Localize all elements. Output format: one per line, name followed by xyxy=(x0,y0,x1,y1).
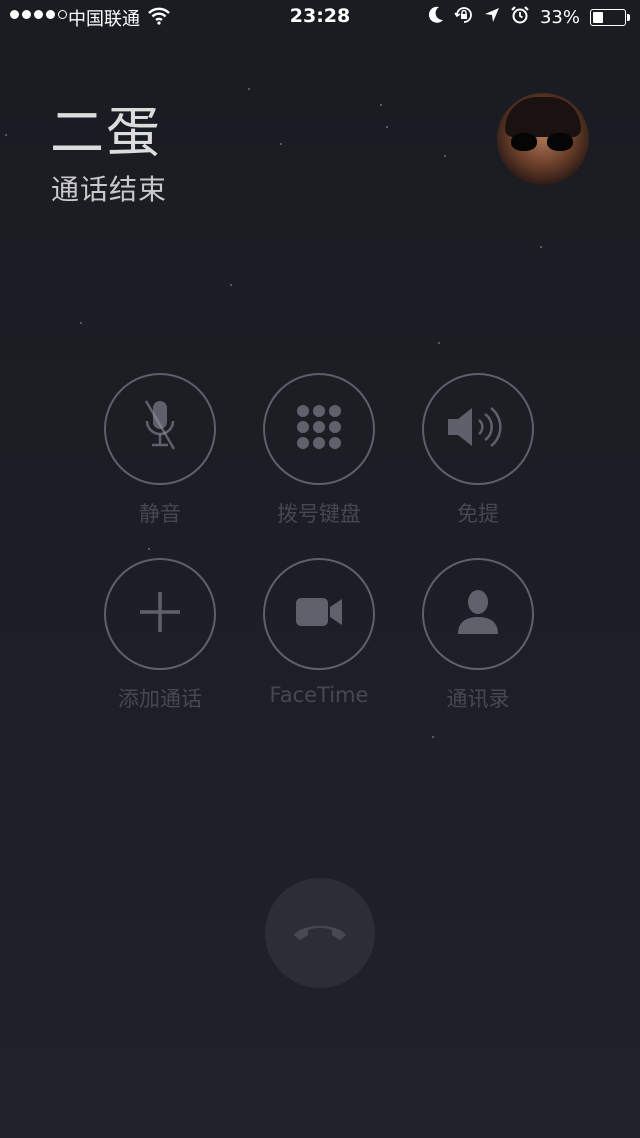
background-star xyxy=(280,143,282,145)
background-star xyxy=(380,104,382,106)
call-status: 通话结束 xyxy=(51,173,168,206)
orientation-lock-icon xyxy=(454,5,474,30)
keypad-button[interactable] xyxy=(263,373,375,485)
background-star xyxy=(248,88,250,90)
keypad-label: 拨号键盘 xyxy=(277,502,361,526)
battery-icon xyxy=(590,9,630,26)
background-star xyxy=(432,736,434,738)
speaker-icon xyxy=(446,402,510,456)
facetime-button[interactable] xyxy=(263,558,375,670)
add-call-button[interactable] xyxy=(104,558,216,670)
keypad-icon xyxy=(294,402,344,456)
alarm-icon xyxy=(510,5,530,30)
background-star xyxy=(386,126,388,128)
contact-person-icon xyxy=(456,588,500,640)
background-star xyxy=(438,342,440,344)
call-screen: 中国联通 23:28 33% 二蛋 通话结束 静音 拨号键盘 免提 添加通话 F… xyxy=(0,0,640,1138)
end-call-button[interactable] xyxy=(265,878,375,988)
location-arrow-icon xyxy=(484,7,500,28)
video-camera-icon xyxy=(294,595,344,633)
contacts-button[interactable] xyxy=(422,558,534,670)
facetime-label: FaceTime xyxy=(269,683,369,707)
background-star xyxy=(80,322,82,324)
battery-percent: 33% xyxy=(539,7,580,28)
mute-label: 静音 xyxy=(139,502,181,526)
background-star xyxy=(444,155,446,157)
moon-icon xyxy=(428,6,444,29)
background-star xyxy=(148,548,150,550)
caller-name: 二蛋 xyxy=(50,101,162,164)
contacts-label: 通讯录 xyxy=(446,687,510,711)
contact-avatar[interactable] xyxy=(497,93,589,185)
status-indicators: 33% xyxy=(428,5,630,30)
plus-icon xyxy=(138,590,182,638)
background-star xyxy=(540,246,542,248)
speaker-label: 免提 xyxy=(457,502,499,526)
background-star xyxy=(5,134,7,136)
add-call-label: 添加通话 xyxy=(118,687,202,711)
status-bar: 中国联通 23:28 33% xyxy=(0,0,640,34)
mute-button[interactable] xyxy=(104,373,216,485)
phone-hangup-icon xyxy=(292,919,348,947)
background-star xyxy=(230,284,232,286)
mute-microphone-icon xyxy=(138,397,182,461)
speaker-button[interactable] xyxy=(422,373,534,485)
